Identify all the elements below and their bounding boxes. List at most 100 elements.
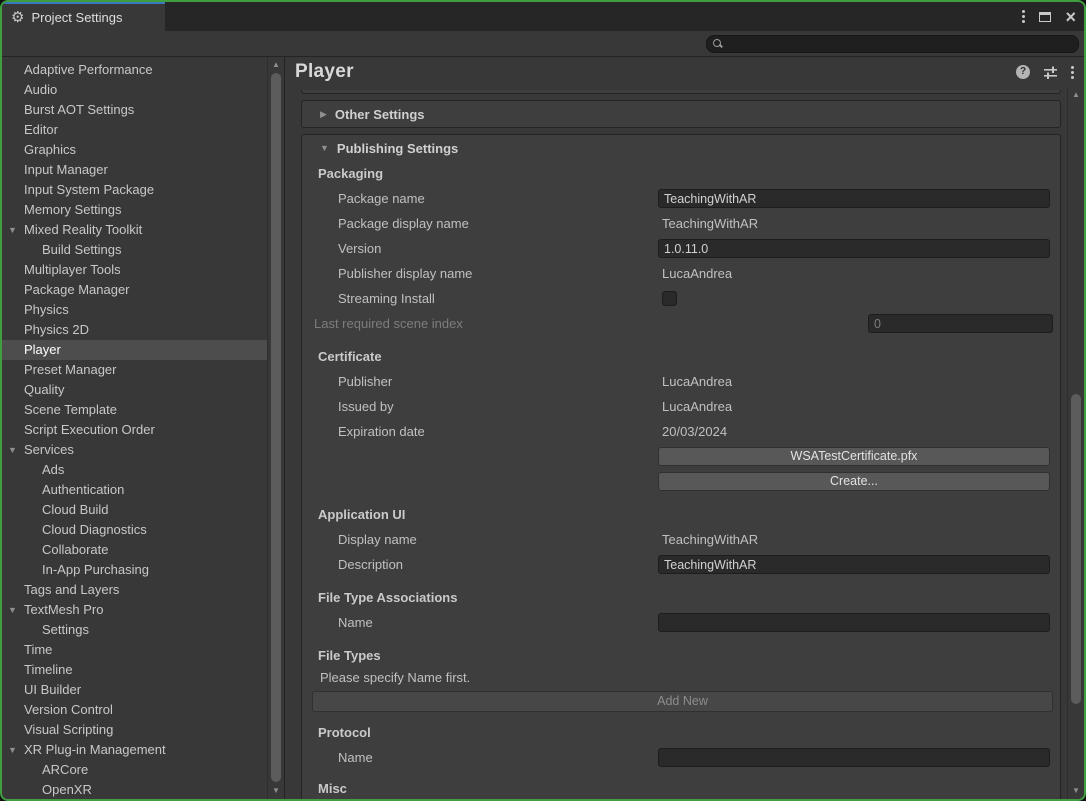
- sidebar-scrollbar-thumb[interactable]: [271, 73, 281, 782]
- sidebar-item-label: Time: [24, 642, 53, 657]
- create-certificate-button[interactable]: Create...: [658, 472, 1050, 491]
- sidebar-item-scene-template[interactable]: Scene Template: [2, 400, 267, 420]
- sidebar-item-textmesh-pro[interactable]: ▼ TextMesh Pro: [2, 600, 267, 620]
- sidebar-item-cloud-build[interactable]: Cloud Build: [2, 500, 267, 520]
- sidebar-item-physics[interactable]: Physics: [2, 300, 267, 320]
- sidebar-item-arcore[interactable]: ARCore: [2, 760, 267, 780]
- sidebar-item-timeline[interactable]: Timeline: [2, 660, 267, 680]
- publishing-settings-foldout[interactable]: ▼ Publishing Settings: [302, 135, 1060, 161]
- last-required-scene-index-input[interactable]: [868, 314, 1053, 333]
- packaging-header: Packaging: [318, 166, 384, 181]
- sidebar-item-input-system-package[interactable]: Input System Package: [2, 180, 267, 200]
- help-icon[interactable]: ?: [1016, 65, 1030, 79]
- sidebar-item-label: Timeline: [24, 662, 73, 677]
- tab-project-settings[interactable]: ⚙ Project Settings: [2, 2, 165, 31]
- maximize-icon[interactable]: [1039, 11, 1052, 22]
- sidebar-item-preset-manager[interactable]: Preset Manager: [2, 360, 267, 380]
- sidebar-item-label: TextMesh Pro: [24, 602, 104, 617]
- sidebar-item-settings[interactable]: Settings: [2, 620, 267, 640]
- certificate-publisher-row: Publisher LucaAndrea: [302, 369, 1060, 394]
- sidebar-item-audio[interactable]: Audio: [2, 80, 267, 100]
- select-certificate-button[interactable]: WSATestCertificate.pfx: [658, 447, 1050, 466]
- file-type-associations-header: File Type Associations: [318, 590, 458, 605]
- file-types-notice: Please specify Name first.: [320, 670, 471, 685]
- sidebar-item-label: Physics 2D: [24, 322, 90, 337]
- sidebar-item-script-execution-order[interactable]: Script Execution Order: [2, 420, 267, 440]
- toolbar: [2, 31, 1084, 57]
- chevron-down-icon: ▼: [8, 225, 17, 235]
- publisher-display-name-row: Publisher display name LucaAndrea: [302, 261, 1060, 286]
- sidebar-item-version-control[interactable]: Version Control: [2, 700, 267, 720]
- package-display-name-row: Package display name TeachingWithAR: [302, 211, 1060, 236]
- sidebar-item-input-manager[interactable]: Input Manager: [2, 160, 267, 180]
- sidebar-item-physics-2d[interactable]: Physics 2D: [2, 320, 267, 340]
- fta-name-input[interactable]: [658, 613, 1050, 632]
- sidebar-scrollbar: ▲ ▼: [267, 57, 284, 799]
- sidebar-item-time[interactable]: Time: [2, 640, 267, 660]
- sidebar-item-adaptive-performance[interactable]: Adaptive Performance: [2, 60, 267, 80]
- sidebar-item-cloud-diagnostics[interactable]: Cloud Diagnostics: [2, 520, 267, 540]
- sidebar-item-label: Collaborate: [42, 542, 109, 557]
- certificate-publisher-value: LucaAndrea: [662, 374, 733, 389]
- sidebar-item-label: ARCore: [42, 762, 89, 777]
- sidebar-item-label: Audio: [24, 82, 58, 97]
- sidebar-item-burst-aot-settings[interactable]: Burst AOT Settings: [2, 100, 267, 120]
- last-required-scene-index-row: Last required scene index: [302, 311, 1060, 336]
- sidebar-item-mixed-reality-toolkit[interactable]: ▼ Mixed Reality Toolkit: [2, 220, 267, 240]
- preset-sliders-icon[interactable]: [1043, 66, 1058, 79]
- application-ui-header: Application UI: [318, 507, 406, 522]
- sidebar-item-label: Cloud Build: [42, 502, 109, 517]
- protocol-header: Protocol: [318, 725, 371, 740]
- sidebar-item-memory-settings[interactable]: Memory Settings: [2, 200, 267, 220]
- sidebar-item-quality[interactable]: Quality: [2, 380, 267, 400]
- issued-by-value: LucaAndrea: [662, 399, 733, 414]
- certificate-header: Certificate: [318, 349, 382, 364]
- sidebar-item-graphics[interactable]: Graphics: [2, 140, 267, 160]
- sidebar-item-editor[interactable]: Editor: [2, 120, 267, 140]
- version-input[interactable]: [658, 239, 1050, 258]
- display-name-value: TeachingWithAR: [662, 532, 759, 547]
- description-input[interactable]: [658, 555, 1050, 574]
- sidebar-item-services[interactable]: ▼ Services: [2, 440, 267, 460]
- publisher-display-name-value: LucaAndrea: [662, 266, 733, 281]
- expiration-date-row: Expiration date 20/03/2024: [302, 419, 1060, 444]
- fta-name-row: Name: [302, 610, 1060, 635]
- sidebar-item-ads[interactable]: Ads: [2, 460, 267, 480]
- scroll-down-icon[interactable]: ▼: [268, 784, 284, 798]
- sidebar-item-package-manager[interactable]: Package Manager: [2, 280, 267, 300]
- gear-icon: ⚙: [11, 9, 25, 26]
- sidebar-item-xr-plug-in-management[interactable]: ▼ XR Plug-in Management: [2, 740, 267, 760]
- package-name-input[interactable]: [658, 189, 1050, 208]
- sidebar-item-collaborate[interactable]: Collaborate: [2, 540, 267, 560]
- protocol-name-row: Name: [302, 745, 1060, 770]
- sidebar-item-ui-builder[interactable]: UI Builder: [2, 680, 267, 700]
- sidebar-item-build-settings[interactable]: Build Settings: [2, 240, 267, 260]
- scroll-up-icon[interactable]: ▲: [268, 58, 284, 72]
- scroll-down-icon[interactable]: ▼: [1068, 784, 1084, 798]
- sidebar-item-label: Services: [24, 442, 74, 457]
- search-input[interactable]: [727, 36, 1078, 51]
- file-types-header: File Types: [318, 648, 381, 663]
- window-menu-icon[interactable]: [1022, 15, 1026, 18]
- sidebar-item-authentication[interactable]: Authentication: [2, 480, 267, 500]
- version-label: Version: [338, 241, 382, 256]
- sidebar-item-player[interactable]: Player: [2, 340, 267, 360]
- add-new-button[interactable]: Add New: [312, 690, 1053, 712]
- sidebar-item-openxr[interactable]: OpenXR: [2, 780, 267, 799]
- close-icon[interactable]: ×: [1065, 8, 1076, 26]
- sidebar-item-visual-scripting[interactable]: Visual Scripting: [2, 720, 267, 740]
- protocol-name-input[interactable]: [658, 748, 1050, 767]
- sidebar-item-label: Version Control: [24, 702, 113, 717]
- sidebar-item-label: Authentication: [42, 482, 125, 497]
- sidebar-item-label: XR Plug-in Management: [24, 742, 166, 757]
- streaming-install-label: Streaming Install: [338, 291, 435, 306]
- sidebar-item-in-app-purchasing[interactable]: In-App Purchasing: [2, 560, 267, 580]
- other-settings-foldout[interactable]: ▶ Other Settings: [301, 100, 1061, 128]
- scroll-up-icon[interactable]: ▲: [1068, 88, 1084, 102]
- more-options-icon[interactable]: [1071, 70, 1074, 74]
- streaming-install-row: Streaming Install: [302, 286, 1060, 311]
- streaming-install-checkbox[interactable]: [662, 291, 677, 306]
- sidebar-item-multiplayer-tools[interactable]: Multiplayer Tools: [2, 260, 267, 280]
- content-scrollbar-thumb[interactable]: [1071, 394, 1081, 704]
- sidebar-item-tags-and-layers[interactable]: Tags and Layers: [2, 580, 267, 600]
